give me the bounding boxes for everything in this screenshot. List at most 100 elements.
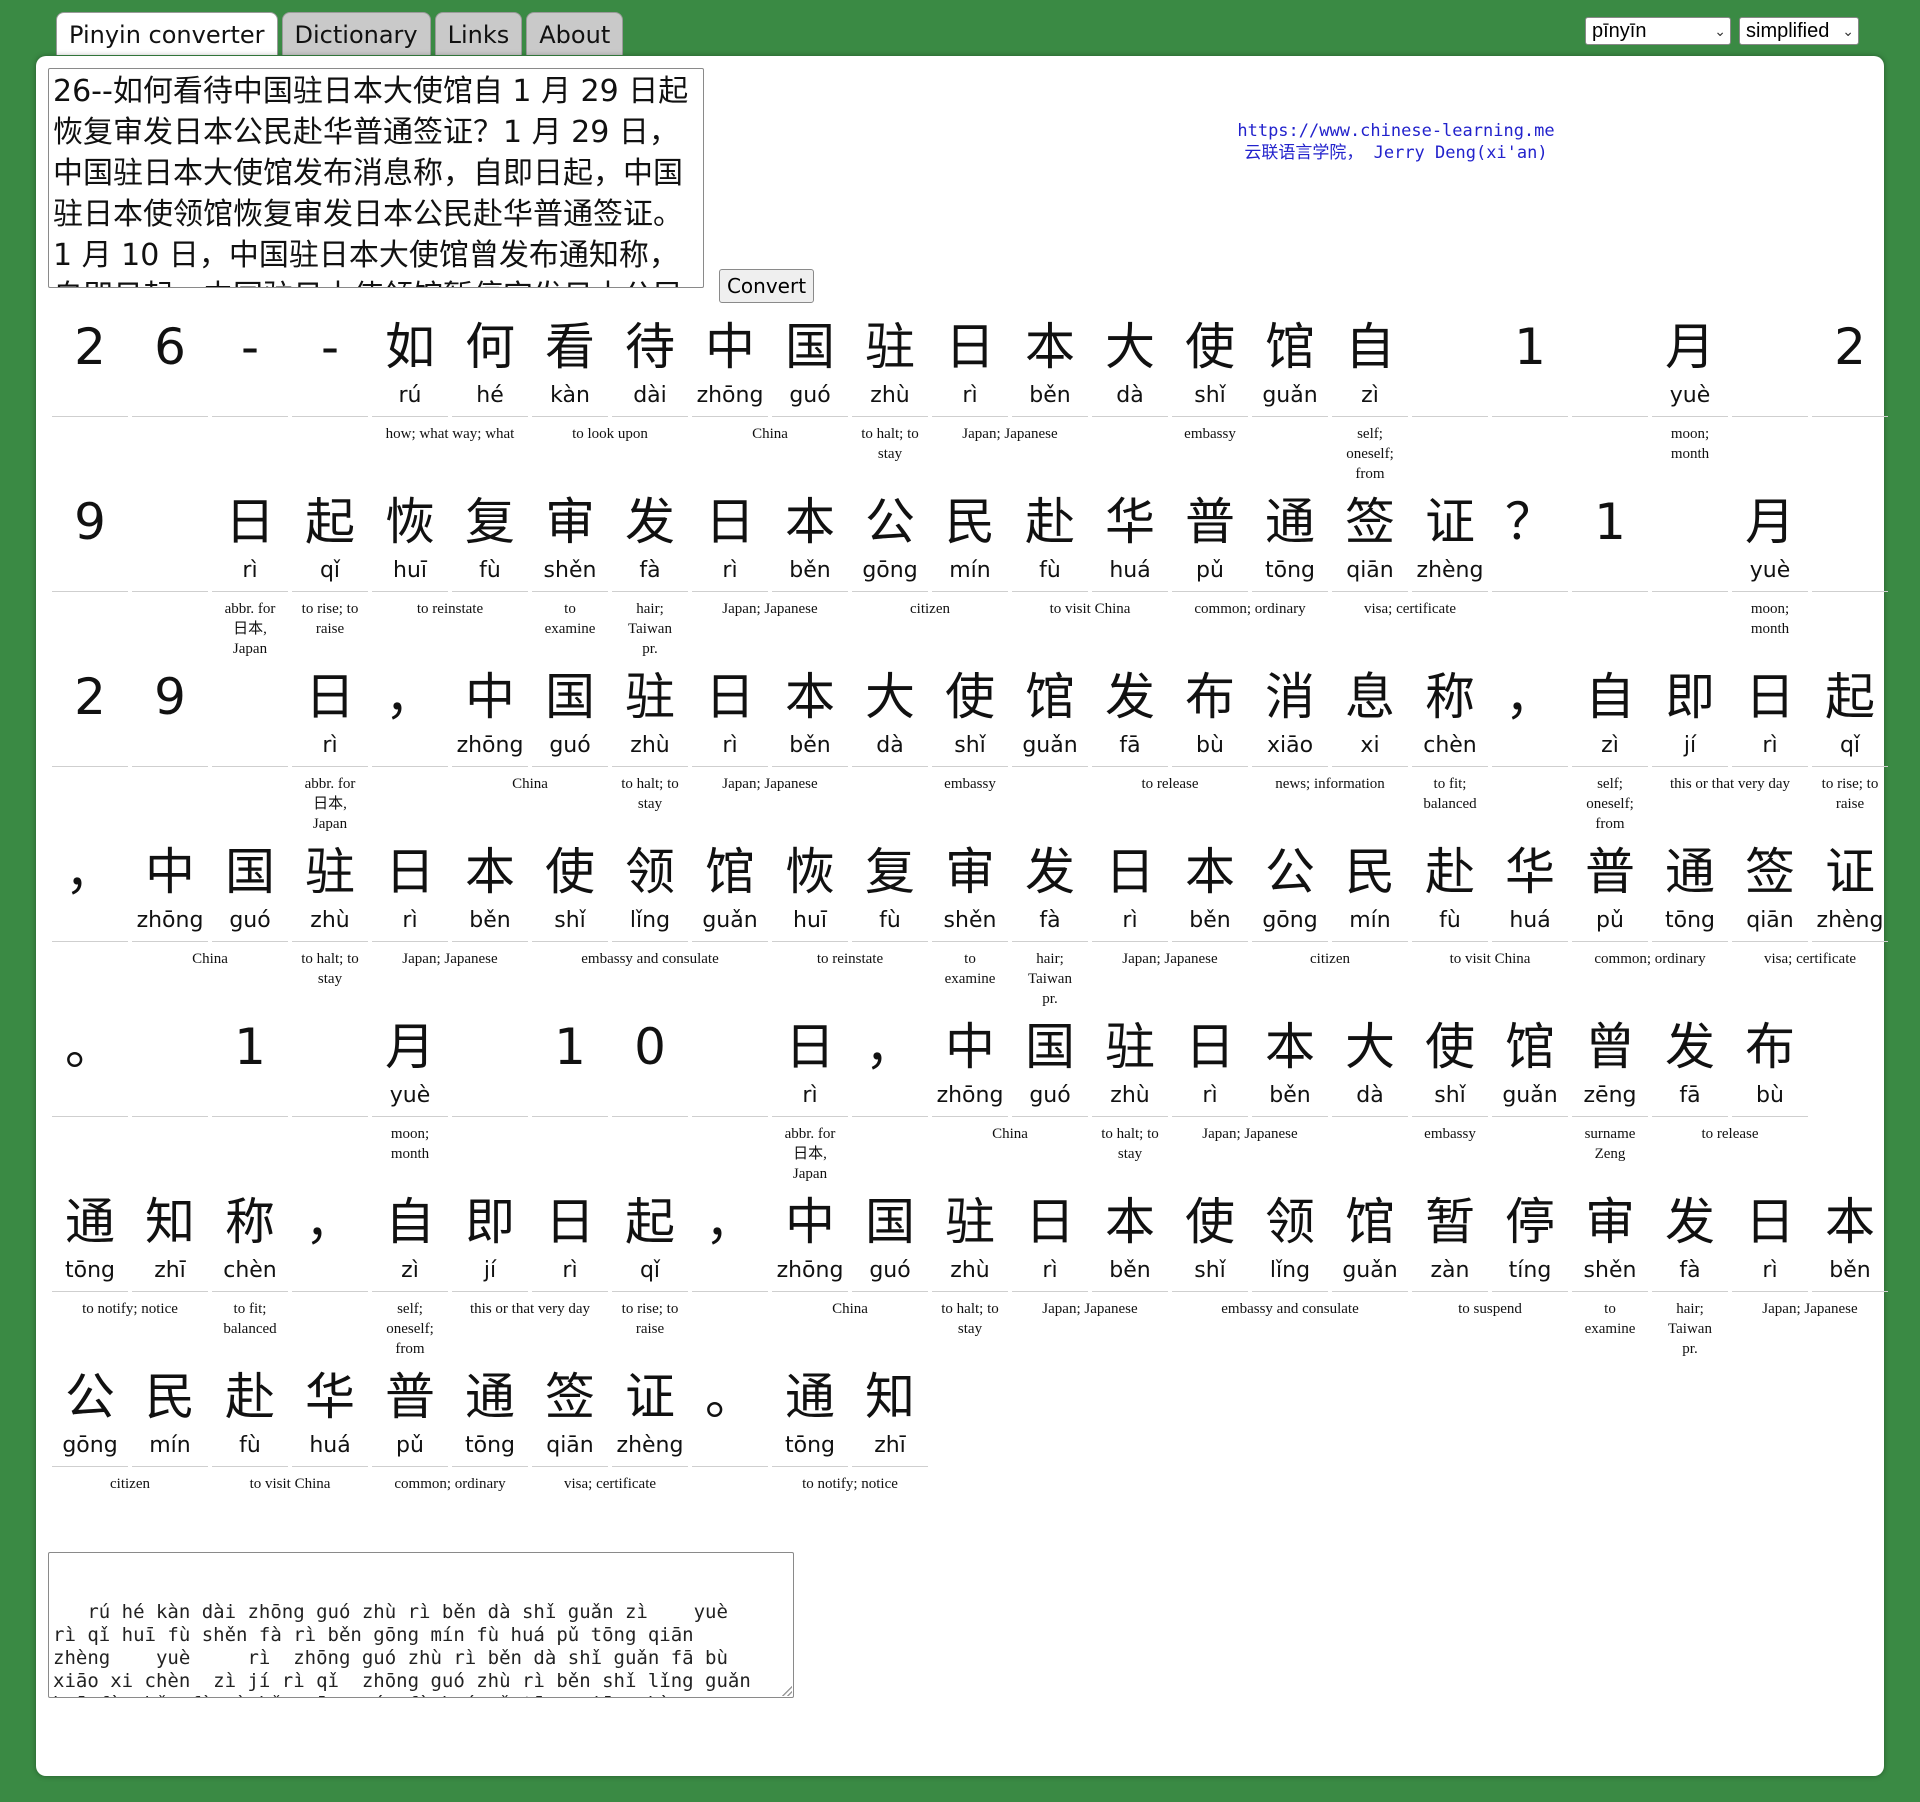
word-group[interactable]: 赴 fù 华 huá to visit China <box>1012 493 1172 668</box>
tab-pinyin-converter[interactable]: Pinyin converter <box>56 12 278 55</box>
word-group[interactable]: 月 yuè moon; month <box>372 1018 452 1193</box>
word-group[interactable]: 称 chèn to fit; balanced <box>1412 668 1492 843</box>
word-group[interactable]: 恢 huī 复 fù to reinstate <box>772 843 932 1018</box>
word-group[interactable]: 赴 fù 华 huá to visit China <box>1412 843 1572 1018</box>
word-group[interactable] <box>452 1018 532 1193</box>
word-group[interactable]: - <box>292 318 372 493</box>
word-group[interactable]: 驻 zhù to halt; to stay <box>932 1193 1012 1368</box>
resize-grip-icon[interactable] <box>782 1686 792 1696</box>
word-group[interactable]: 1 <box>1572 493 1652 668</box>
word-group[interactable] <box>132 493 212 668</box>
word-group[interactable]: 审 shěn to examine <box>932 843 1012 1018</box>
word-group[interactable]: 驻 zhù to halt; to stay <box>1092 1018 1172 1193</box>
word-group[interactable]: 大 dà 使 shǐ 馆 guǎn embassy <box>1332 1018 1572 1193</box>
word-group[interactable]: 日 rì abbr. for 日本, Japan <box>292 668 372 843</box>
word-group[interactable]: 签 qiān 证 zhèng visa; certificate <box>1332 493 1492 668</box>
script-select[interactable]: simplified ⌄ <box>1739 17 1859 45</box>
word-group[interactable]: 中 zhōng 国 guó China <box>692 318 852 493</box>
word-group[interactable]: 通 tōng 知 zhī to notify; notice <box>772 1368 932 1543</box>
word-group[interactable]: 日 rì 本 běn Japan; Japanese <box>932 318 1092 493</box>
word-group[interactable]: 0 <box>612 1018 692 1193</box>
word-group[interactable]: 2 <box>52 318 132 493</box>
word-group[interactable]: ， <box>52 843 132 1018</box>
tab-about[interactable]: About <box>526 12 624 55</box>
word-group[interactable]: 使 shǐ 领 lǐng 馆 guǎn embassy and consulate <box>532 843 772 1018</box>
word-group[interactable]: 9 <box>52 493 132 668</box>
word-group[interactable]: ， <box>852 1018 932 1193</box>
word-group[interactable]: 驻 zhù to halt; to stay <box>292 843 372 1018</box>
word-group[interactable]: 日 rì 本 běn Japan; Japanese <box>1012 1193 1172 1368</box>
word-group[interactable]: 6 <box>132 318 212 493</box>
word-group[interactable]: 公 gōng 民 mín citizen <box>1252 843 1412 1018</box>
site-link[interactable]: https://www.chinese-learning.me <box>1237 121 1554 141</box>
word-group[interactable]: 自 zì self; oneself; from <box>372 1193 452 1368</box>
word-group[interactable]: 暂 zàn 停 tíng to suspend <box>1412 1193 1572 1368</box>
word-group[interactable]: 日 rì 本 běn Japan; Japanese <box>1172 1018 1332 1193</box>
word-group[interactable]: 通 tōng 知 zhī to notify; notice <box>52 1193 212 1368</box>
word-group[interactable]: 公 gōng 民 mín citizen <box>52 1368 212 1543</box>
word-group[interactable]: 中 zhōng 国 guó China <box>932 1018 1092 1193</box>
word-group[interactable] <box>1732 318 1812 493</box>
word-group[interactable]: 发 fā 布 bù to release <box>1092 668 1252 843</box>
word-group[interactable]: 审 shěn to examine <box>532 493 612 668</box>
word-group[interactable]: ？ <box>1492 493 1572 668</box>
word-group[interactable]: 。 <box>692 1368 772 1543</box>
word-group[interactable]: 自 zì self; oneself; from <box>1572 668 1652 843</box>
word-group[interactable] <box>1812 493 1892 668</box>
tab-links[interactable]: Links <box>434 12 523 55</box>
word-group[interactable]: 9 <box>132 668 212 843</box>
word-group[interactable]: 审 shěn to examine <box>1572 1193 1652 1368</box>
word-group[interactable]: 。 <box>52 1018 132 1193</box>
word-group[interactable]: 起 qǐ to rise; to raise <box>1812 668 1892 843</box>
word-group[interactable]: 即 jí 日 rì this or that very day <box>452 1193 612 1368</box>
word-group[interactable]: 称 chèn to fit; balanced <box>212 1193 292 1368</box>
word-group[interactable]: 日 rì abbr. for 日本, Japan <box>212 493 292 668</box>
word-group[interactable]: 1 <box>532 1018 612 1193</box>
word-group[interactable] <box>1412 318 1492 493</box>
chinese-text-input[interactable]: 26--如何看待中国驻日本大使馆自 1 月 29 日起恢复审发日本公民赴华普通签… <box>48 68 704 288</box>
pinyin-output[interactable]: rú hé kàn dài zhōng guó zhù rì běn dà sh… <box>48 1552 794 1698</box>
word-group[interactable]: 日 rì 本 běn Japan; Japanese <box>692 493 852 668</box>
convert-button[interactable]: Convert <box>719 269 814 303</box>
romanization-select[interactable]: pīnyīn ⌄ <box>1585 17 1731 45</box>
word-group[interactable]: 使 shǐ 领 lǐng 馆 guǎn embassy and consulate <box>1172 1193 1412 1368</box>
word-group[interactable]: ， <box>292 1193 372 1368</box>
word-group[interactable]: 月 yuè moon; month <box>1732 493 1812 668</box>
word-group[interactable] <box>1652 493 1732 668</box>
word-group[interactable]: 赴 fù 华 huá to visit China <box>212 1368 372 1543</box>
word-group[interactable]: 中 zhōng 国 guó China <box>452 668 612 843</box>
word-group[interactable]: 日 rì 本 běn Japan; Japanese <box>1092 843 1252 1018</box>
word-group[interactable]: 日 rì abbr. for 日本, Japan <box>772 1018 852 1193</box>
word-group[interactable]: 起 qǐ to rise; to raise <box>612 1193 692 1368</box>
word-group[interactable]: 发 fà hair; Taiwan pr. <box>1012 843 1092 1018</box>
word-group[interactable]: 普 pǔ 通 tōng common; ordinary <box>1172 493 1332 668</box>
word-group[interactable]: 消 xiāo 息 xi news; information <box>1252 668 1412 843</box>
word-group[interactable] <box>1572 318 1652 493</box>
word-group[interactable] <box>132 1018 212 1193</box>
word-group[interactable]: 曾 zēng surname Zeng <box>1572 1018 1652 1193</box>
word-group[interactable]: 发 fà hair; Taiwan pr. <box>1652 1193 1732 1368</box>
word-group[interactable]: 驻 zhù to halt; to stay <box>852 318 932 493</box>
word-group[interactable] <box>292 1018 372 1193</box>
tab-dictionary[interactable]: Dictionary <box>281 12 431 55</box>
word-group[interactable]: 签 qiān 证 zhèng visa; certificate <box>532 1368 692 1543</box>
word-group[interactable]: 驻 zhù to halt; to stay <box>612 668 692 843</box>
word-group[interactable]: 发 fā 布 bù to release <box>1652 1018 1812 1193</box>
word-group[interactable]: 大 dà 使 shǐ 馆 guǎn embassy <box>852 668 1092 843</box>
word-group[interactable]: 1 <box>212 1018 292 1193</box>
word-group[interactable]: - <box>212 318 292 493</box>
word-group[interactable] <box>692 1018 772 1193</box>
word-group[interactable]: 1 <box>1492 318 1572 493</box>
word-group[interactable]: 日 rì 本 běn Japan; Japanese <box>372 843 532 1018</box>
word-group[interactable]: ， <box>692 1193 772 1368</box>
word-group[interactable] <box>212 668 292 843</box>
word-group[interactable]: ， <box>372 668 452 843</box>
word-group[interactable]: 普 pǔ 通 tōng common; ordinary <box>1572 843 1732 1018</box>
word-group[interactable]: ， <box>1492 668 1572 843</box>
word-group[interactable]: 2 <box>52 668 132 843</box>
word-group[interactable]: 起 qǐ to rise; to raise <box>292 493 372 668</box>
word-group[interactable]: 恢 huī 复 fù to reinstate <box>372 493 532 668</box>
word-group[interactable]: 中 zhōng 国 guó China <box>132 843 292 1018</box>
word-group[interactable]: 中 zhōng 国 guó China <box>772 1193 932 1368</box>
word-group[interactable]: 2 <box>1812 318 1892 493</box>
